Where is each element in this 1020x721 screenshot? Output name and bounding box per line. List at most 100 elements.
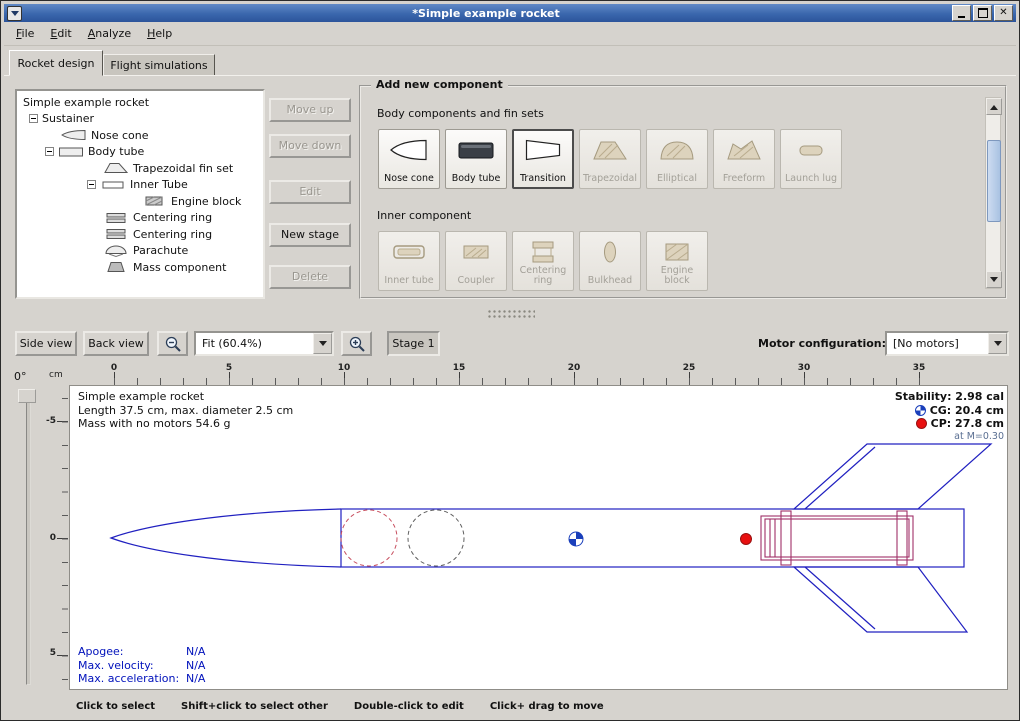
add-elliptical-fin-button[interactable]: Elliptical: [646, 129, 708, 189]
tree-label: Engine block: [171, 195, 241, 208]
menu-analyze[interactable]: Analyze: [80, 23, 139, 44]
edit-button[interactable]: Edit: [269, 180, 351, 204]
add-inner-tube-button[interactable]: Inner tube: [378, 231, 440, 291]
tree-label: Nose cone: [91, 129, 148, 142]
scrollbar-thumb[interactable]: [987, 140, 1001, 222]
tree-label: Body tube: [88, 145, 144, 158]
arrow-up-icon: [990, 101, 998, 110]
cp-legend-icon: [916, 418, 927, 429]
tab-flight-simulations[interactable]: Flight simulations: [103, 54, 215, 76]
rocket-mass: Mass with no motors 54.6 g: [78, 417, 293, 431]
component-scrollbar[interactable]: [985, 97, 1001, 289]
add-coupler-button[interactable]: Coupler: [445, 231, 507, 291]
add-launch-lug-button[interactable]: Launch lug: [780, 129, 842, 189]
menu-edit[interactable]: Edit: [42, 23, 79, 44]
flight-stats: Apogee:N/A Max. velocity:N/A Max. accele…: [78, 645, 205, 686]
vertical-ruler-minor-ticks: [62, 398, 68, 680]
cp-marker: [741, 534, 752, 545]
menu-file[interactable]: File: [8, 23, 42, 44]
maximize-icon: [978, 8, 988, 18]
zoom-out-button[interactable]: [157, 331, 188, 356]
tree-row-nose-cone[interactable]: Nose cone: [17, 127, 263, 144]
magnifier-minus-icon: [164, 335, 182, 353]
tree-row-parachute[interactable]: Parachute: [17, 243, 263, 260]
tree-row-engine-block[interactable]: Engine block: [17, 193, 263, 210]
add-freeform-fin-button[interactable]: Freeform: [713, 129, 775, 189]
tree-row-rocket[interactable]: Simple example rocket: [17, 94, 263, 111]
menubar: File Edit Analyze Help: [4, 22, 1016, 46]
rocket-dimensions: Length 37.5 cm, max. diameter 2.5 cm: [78, 404, 293, 418]
close-button[interactable]: ✕: [994, 5, 1013, 21]
tree-label: Centering ring: [133, 228, 212, 241]
add-trapezoidal-fin-button[interactable]: Trapezoidal: [579, 129, 641, 189]
collapse-icon[interactable]: [87, 180, 96, 189]
tree-row-body-tube[interactable]: Body tube: [17, 144, 263, 161]
pane-splitter-handle[interactable]: [487, 309, 535, 319]
collapse-icon[interactable]: [29, 114, 38, 123]
collapse-icon[interactable]: [45, 147, 54, 156]
ruler-tick-label: 0: [41, 533, 56, 543]
back-view-button[interactable]: Back view: [83, 331, 149, 356]
zoom-in-button[interactable]: [341, 331, 372, 356]
delete-button[interactable]: Delete: [269, 265, 351, 289]
openrocket-window: *Simple example rocket ✕ File Edit Analy…: [0, 0, 1020, 721]
apogee-label: Apogee:: [78, 645, 186, 659]
nose-cone-icon: [61, 129, 87, 141]
chevron-down-icon[interactable]: [313, 333, 332, 354]
bulkhead-shape-icon: [590, 239, 630, 265]
tree-row-inner-tube[interactable]: Inner Tube: [17, 177, 263, 194]
coupler-shape-icon: [456, 239, 496, 265]
transition-shape-icon: [523, 137, 563, 163]
add-transition-button[interactable]: Transition: [512, 129, 574, 189]
add-bulkhead-button[interactable]: Bulkhead: [579, 231, 641, 291]
add-centering-ring-button[interactable]: Centering ring: [512, 231, 574, 291]
side-view-button[interactable]: Side view: [15, 331, 77, 356]
motor-configuration-label: Motor configuration:: [758, 337, 886, 350]
tree-row-centering-ring-2[interactable]: Centering ring: [17, 226, 263, 243]
mach-condition: at M=0.30: [954, 431, 1004, 442]
tree-row-mass-component[interactable]: Mass component: [17, 259, 263, 276]
move-down-button[interactable]: Move down: [269, 134, 351, 158]
body-tube-shape-icon: [456, 137, 496, 163]
apogee-value: N/A: [186, 645, 205, 658]
ruler-tick-label: 5: [219, 363, 239, 373]
cg-value: CG: 20.4 cm: [930, 404, 1004, 417]
rotation-slider-track[interactable]: [26, 391, 31, 685]
ruler-tick-label: 30: [794, 363, 814, 373]
tree-row-sustainer[interactable]: Sustainer: [17, 111, 263, 128]
new-stage-button[interactable]: New stage: [269, 223, 351, 247]
maximize-button[interactable]: [973, 5, 992, 21]
chevron-down-icon[interactable]: [988, 333, 1007, 354]
add-engine-block-button[interactable]: Engine block: [646, 231, 708, 291]
tree-label: Centering ring: [133, 211, 212, 224]
max-velocity-value: N/A: [186, 659, 205, 672]
tree-label: Simple example rocket: [23, 96, 149, 109]
stability-legend: Stability: 2.98 cal CG: 20.4 cm CP: 27.8…: [791, 390, 1004, 443]
tab-rocket-design[interactable]: Rocket design: [9, 50, 103, 76]
ruler-tick-label: 10: [334, 363, 354, 373]
titlebar: *Simple example rocket ✕: [4, 4, 1016, 22]
move-up-button[interactable]: Move up: [269, 98, 351, 122]
tree-row-centering-ring-1[interactable]: Centering ring: [17, 210, 263, 227]
tree-row-fin-set[interactable]: Trapezoidal fin set: [17, 160, 263, 177]
close-icon: ✕: [999, 8, 1007, 18]
stage-1-toggle[interactable]: Stage 1: [387, 331, 440, 356]
trapezoidal-fin-shape-icon: [590, 137, 630, 163]
inner-component-label: Inner component: [377, 209, 471, 222]
add-body-tube-button[interactable]: Body tube: [445, 129, 507, 189]
scroll-down-button[interactable]: [986, 271, 1002, 288]
rocket-info: Simple example rocket Length 37.5 cm, ma…: [78, 390, 293, 431]
app-icon[interactable]: [7, 6, 22, 21]
tree-label: Sustainer: [42, 112, 94, 125]
zoom-level-combobox[interactable]: Fit (60.4%): [194, 331, 334, 356]
scroll-up-button[interactable]: [986, 98, 1002, 115]
rotation-slider-handle[interactable]: [18, 389, 36, 403]
hint-double-click: Double-click to edit: [354, 701, 464, 712]
trapezoidal-fin-icon: [103, 162, 129, 174]
ruler-tick-label: 15: [449, 363, 469, 373]
minimize-button[interactable]: [952, 5, 971, 21]
inner-tube-icon: [100, 179, 126, 191]
menu-help[interactable]: Help: [139, 23, 180, 44]
add-nose-cone-button[interactable]: Nose cone: [378, 129, 440, 189]
motor-configuration-combobox[interactable]: [No motors]: [885, 331, 1009, 356]
